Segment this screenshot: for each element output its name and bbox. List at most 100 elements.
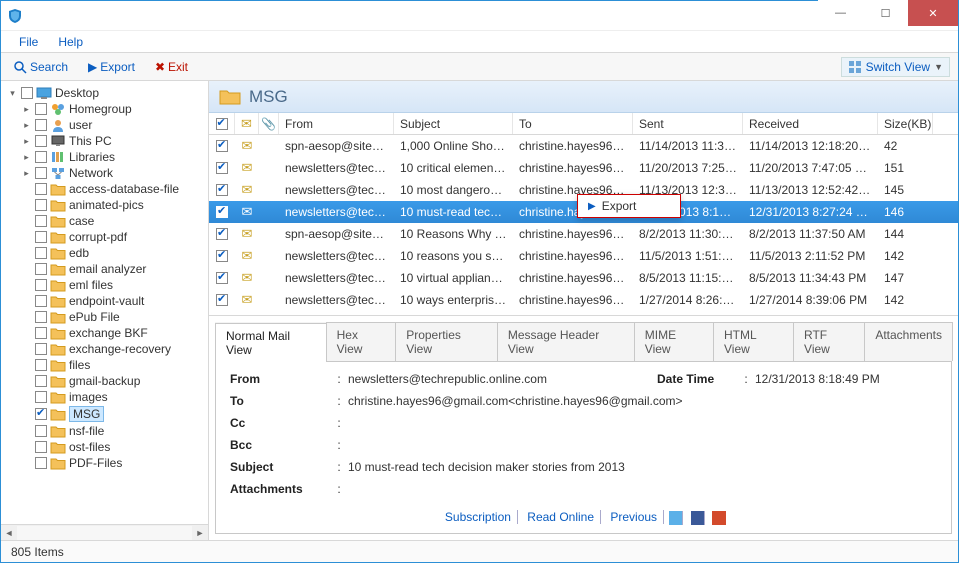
tree-item-pdf-files[interactable]: PDF-Files [19,455,208,471]
menu-help[interactable]: Help [50,33,91,51]
checkbox[interactable] [216,140,228,152]
folder-tree[interactable]: ▾Desktop▸Homegroup▸user▸This PC▸Librarie… [1,81,208,524]
tree-item[interactable]: ▸This PC [19,133,208,149]
checkbox[interactable] [216,206,228,218]
scroll-right-icon[interactable]: ► [192,526,208,540]
col-to[interactable]: To [513,113,633,134]
tab-properties-view[interactable]: Properties View [395,322,498,361]
checkbox[interactable] [216,294,228,306]
checkbox[interactable] [35,151,47,163]
col-size[interactable]: Size(KB) [878,113,933,134]
googleplus-icon[interactable] [712,511,726,525]
checkbox[interactable] [216,184,228,196]
checkbox[interactable] [35,247,47,259]
checkbox[interactable] [35,231,47,243]
tree-item-eml-files[interactable]: eml files [19,277,208,293]
list-body[interactable]: ✉spn-aesop@sitep...1,000 Online Shopp...… [209,135,958,315]
checkbox[interactable] [35,441,47,453]
tree-item[interactable]: ▸user [19,117,208,133]
tree-item[interactable]: ▸Network [19,165,208,181]
tree-item-access-database-file[interactable]: access-database-file [19,181,208,197]
tree-item-corrupt-pdf[interactable]: corrupt-pdf [19,229,208,245]
link-read-online[interactable]: Read Online [521,510,601,524]
checkbox[interactable] [35,359,47,371]
checkbox[interactable] [35,119,47,131]
collapse-icon[interactable]: ▾ [7,88,18,99]
tree-item-epub-file[interactable]: ePub File [19,309,208,325]
col-subject[interactable]: Subject [394,113,513,134]
maximize-button[interactable]: ☐ [863,0,908,26]
export-button[interactable]: ▶ Export [84,58,139,76]
message-row[interactable]: ✉newsletters@tech...10 reasons you sho..… [209,245,958,267]
checkbox[interactable] [35,375,47,387]
tree-item[interactable]: ▸Libraries [19,149,208,165]
message-row[interactable]: ✉newsletters@tech...10 virtual appliance… [209,267,958,289]
message-row[interactable]: ✉newsletters@tech...10 ways enterprise I… [209,289,958,311]
tree-item-msg[interactable]: MSG [19,405,208,423]
tree-item-endpoint-vault[interactable]: endpoint-vault [19,293,208,309]
checkbox[interactable] [35,457,47,469]
checkbox[interactable] [35,311,47,323]
close-button[interactable]: ✕ [908,0,958,26]
tree-item-edb[interactable]: edb [19,245,208,261]
tree-item-case[interactable]: case [19,213,208,229]
search-button[interactable]: Search [9,58,72,76]
expand-icon[interactable]: ▸ [21,104,32,115]
checkbox[interactable] [21,87,33,99]
tab-attachments[interactable]: Attachments [864,322,953,361]
checkbox[interactable] [35,391,47,403]
tree-item-ost-files[interactable]: ost-files [19,439,208,455]
checkbox[interactable] [35,103,47,115]
tab-hex-view[interactable]: Hex View [326,322,397,361]
facebook-icon[interactable] [691,511,705,525]
checkbox-icon[interactable] [216,118,228,130]
message-row[interactable]: ✉spn-aesop@sitep...10 Reasons Why Yo...c… [209,223,958,245]
tab-mime-view[interactable]: MIME View [634,322,714,361]
tree-item-nsf-file[interactable]: nsf-file [19,423,208,439]
col-from[interactable]: From [279,113,394,134]
checkbox[interactable] [35,327,47,339]
exit-button[interactable]: ✖ Exit [151,58,192,76]
col-received[interactable]: Received [743,113,878,134]
tree-item-images[interactable]: images [19,389,208,405]
twitter-icon[interactable] [669,511,683,525]
checkbox[interactable] [35,167,47,179]
tab-message-header-view[interactable]: Message Header View [497,322,635,361]
tree-item[interactable]: ▸Homegroup [19,101,208,117]
col-envelope[interactable]: ✉ [235,113,259,134]
expand-icon[interactable]: ▸ [21,120,32,131]
tree-item-gmail-backup[interactable]: gmail-backup [19,373,208,389]
link-subscription[interactable]: Subscription [439,510,518,524]
checkbox[interactable] [216,250,228,262]
expand-icon[interactable]: ▸ [21,168,32,179]
minimize-button[interactable]: — [818,0,863,26]
tab-normal-mail-view[interactable]: Normal Mail View [215,323,327,362]
checkbox[interactable] [35,183,47,195]
checkbox[interactable] [216,272,228,284]
checkbox[interactable] [35,199,47,211]
checkbox[interactable] [216,162,228,174]
context-export[interactable]: ▶ Export [578,195,680,217]
tab-html-view[interactable]: HTML View [713,322,794,361]
expand-icon[interactable]: ▸ [21,152,32,163]
tree-item-animated-pics[interactable]: animated-pics [19,197,208,213]
checkbox[interactable] [35,343,47,355]
menu-file[interactable]: File [11,33,46,51]
tree-item-exchange-bkf[interactable]: exchange BKF [19,325,208,341]
scroll-track[interactable] [17,526,192,540]
switch-view-button[interactable]: Switch View ▼ [841,57,950,77]
scroll-left-icon[interactable]: ◄ [1,526,17,540]
col-attachment[interactable]: 📎 [259,113,279,134]
checkbox[interactable] [35,279,47,291]
message-row[interactable]: ✉newsletters@tech...10 critical elements… [209,157,958,179]
checkbox[interactable] [35,215,47,227]
checkbox[interactable] [35,295,47,307]
tree-item-email-analyzer[interactable]: email analyzer [19,261,208,277]
checkbox[interactable] [216,228,228,240]
link-previous[interactable]: Previous [604,510,664,524]
checkbox[interactable] [35,263,47,275]
checkbox[interactable] [35,425,47,437]
tree-item-files[interactable]: files [19,357,208,373]
tree-item-exchange-recovery[interactable]: exchange-recovery [19,341,208,357]
sidebar-hscroll[interactable]: ◄ ► [1,524,208,540]
